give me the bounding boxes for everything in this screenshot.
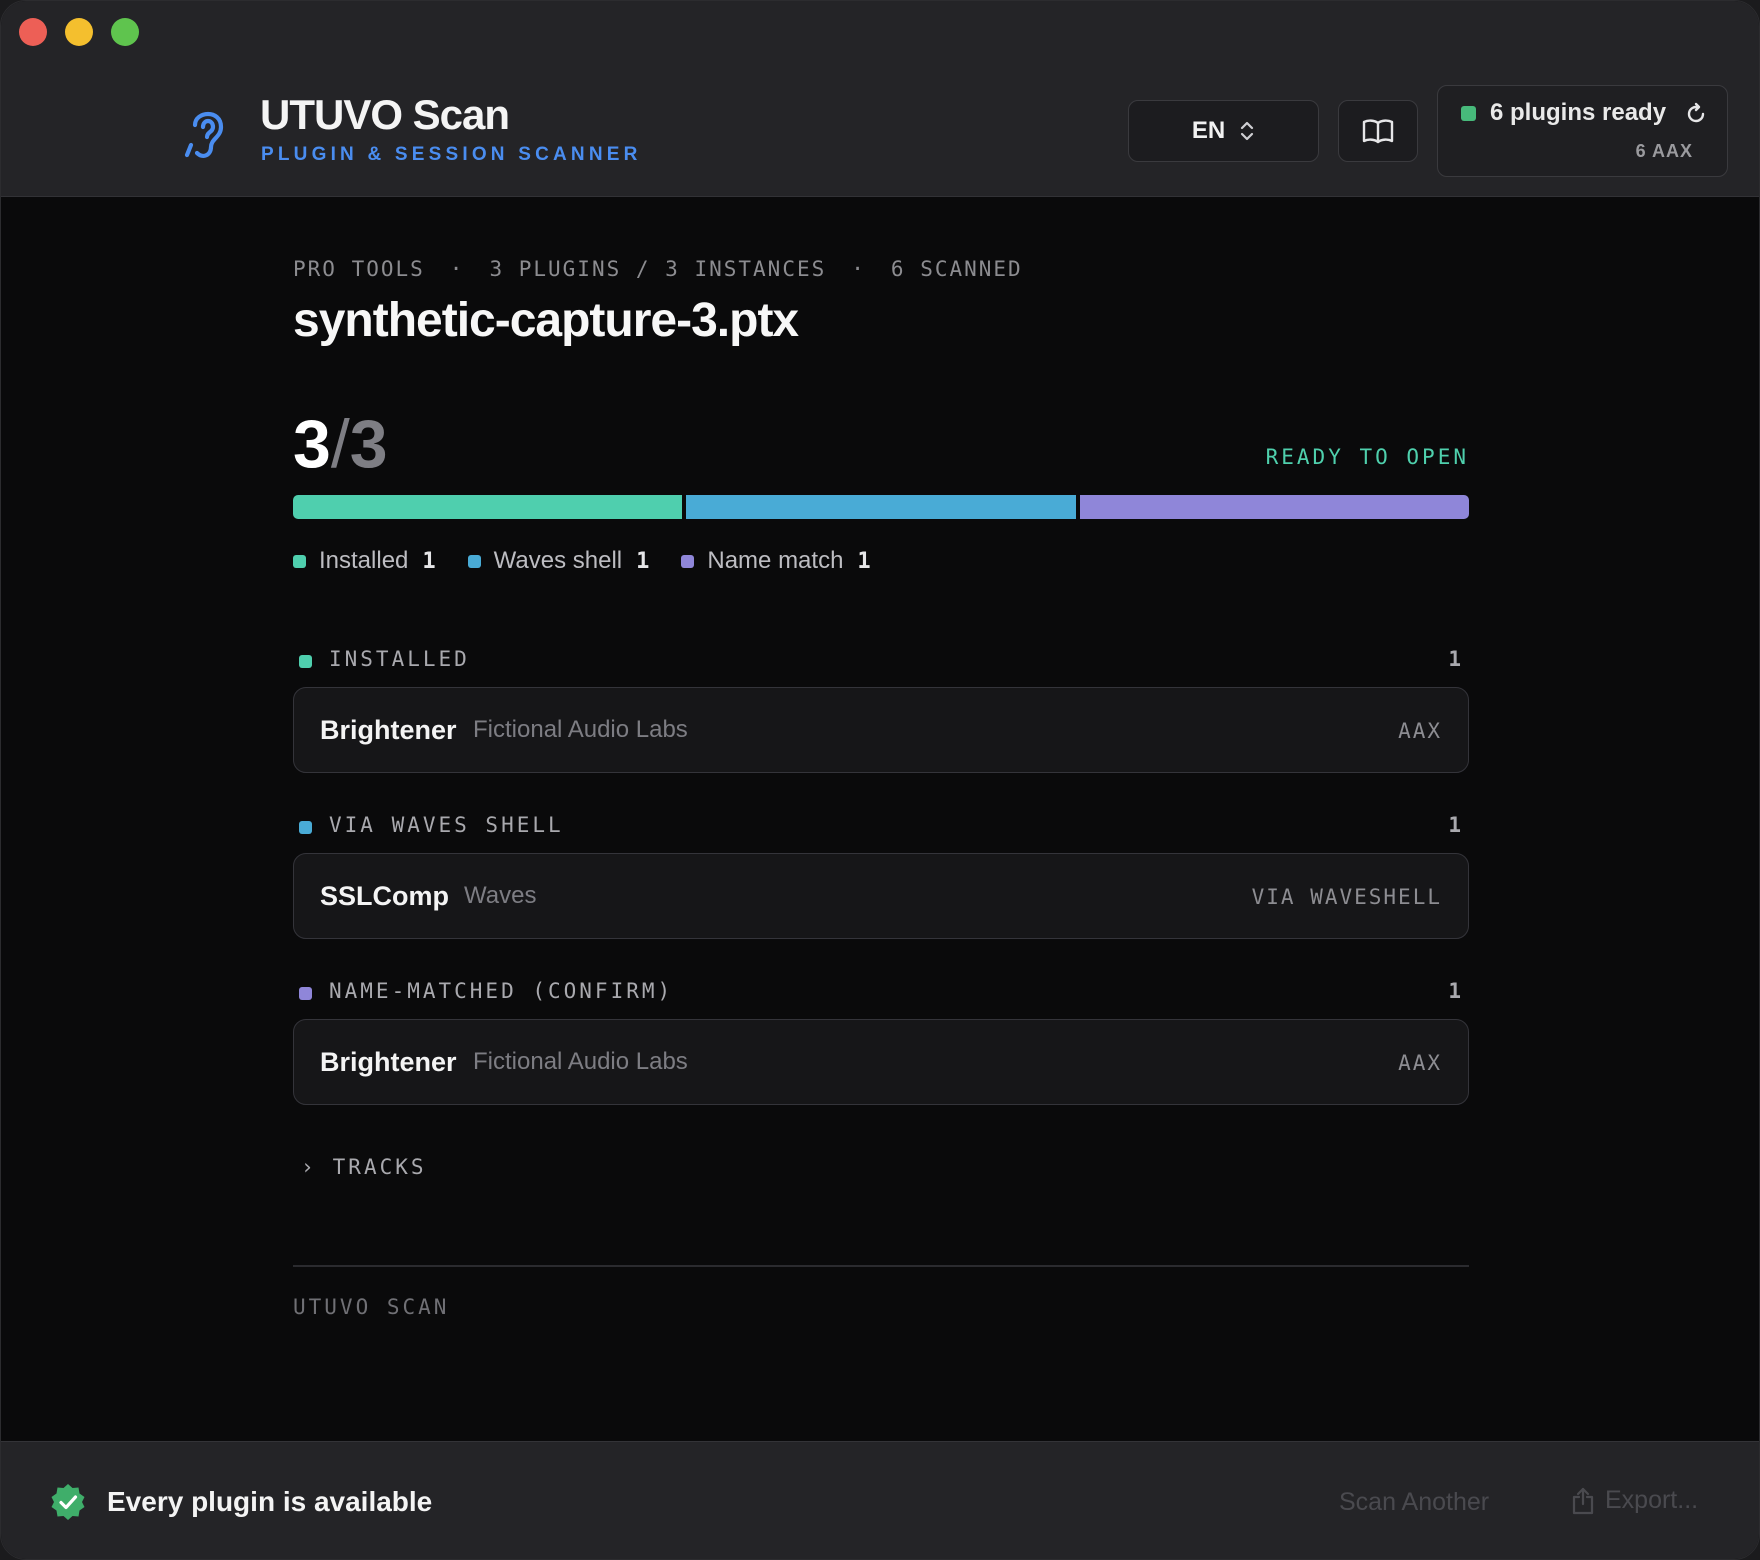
plugin-name: Brightener (320, 715, 457, 745)
chevron-right-icon: › (301, 1155, 317, 1179)
plugin-row[interactable]: Brightener Fictional Audio Labs AAX (293, 1019, 1469, 1105)
status-indicator (1461, 106, 1476, 121)
book-icon (1362, 119, 1394, 144)
plugin-format: AAX (1398, 719, 1442, 743)
plugin-name: Brightener (320, 1047, 457, 1077)
footer-brand: UTUVO SCAN (293, 1295, 450, 1319)
plugin-vendor: Fictional Audio Labs (473, 1048, 688, 1075)
plugin-vendor: Fictional Audio Labs (473, 716, 688, 743)
title-bar: UTUVO Scan PLUGIN & SESSION SCANNER EN 6… (1, 1, 1759, 197)
plugin-format: AAX (1398, 1051, 1442, 1075)
share-icon (1572, 1487, 1594, 1514)
status-format-count: 6 AAX (1635, 141, 1693, 161)
availability-score: 3/3 (293, 406, 388, 482)
check-badge-icon (51, 1484, 85, 1520)
legend-installed: Installed 1 (293, 547, 436, 575)
bar-segment-name-match (1079, 495, 1469, 519)
minimize-window-button[interactable] (65, 18, 93, 46)
plugin-status-card[interactable]: 6 plugins ready 6 AAX (1437, 85, 1728, 177)
bar-segment-waves-shell (686, 495, 1076, 519)
app-subtitle: PLUGIN & SESSION SCANNER (261, 144, 642, 165)
meta-scanned: 6 SCANNED (890, 257, 1023, 281)
bar-segment-installed (293, 495, 683, 519)
docs-button[interactable] (1338, 100, 1418, 162)
availability-bar (293, 495, 1469, 519)
plugin-vendor: Waves (464, 882, 537, 909)
tracks-disclosure[interactable]: › TRACKS (301, 1155, 427, 1179)
plugin-name: SSLComp (320, 881, 450, 911)
chevron-updown-icon (1241, 121, 1254, 141)
group-header-name-matched: NAME-MATCHED (CONFIRM) 1 (293, 979, 1469, 1009)
divider (293, 1265, 1469, 1267)
group-header-installed: INSTALLED 1 (293, 647, 1469, 677)
refresh-icon[interactable] (1684, 102, 1708, 126)
plugin-format: VIA WAVESHELL (1251, 885, 1442, 909)
window-controls (19, 18, 139, 46)
session-state: READY TO OPEN (1265, 445, 1469, 469)
bottom-action-bar: Every plugin is available Scan Another E… (1, 1441, 1759, 1559)
session-filename: synthetic-capture-3.ptx (293, 294, 799, 347)
group-header-waves-shell: VIA WAVES SHELL 1 (293, 813, 1469, 843)
result-message: Every plugin is available (107, 1486, 433, 1517)
meta-daw: PRO TOOLS (293, 257, 425, 281)
legend-waves-shell: Waves shell 1 (467, 547, 649, 575)
plugin-row[interactable]: SSLComp Waves VIA WAVESHELL (293, 853, 1469, 939)
export-label: Export... (1605, 1486, 1699, 1514)
status-label: 6 plugins ready (1490, 99, 1667, 126)
app-window: UTUVO Scan PLUGIN & SESSION SCANNER EN 6… (0, 0, 1760, 1560)
language-value: EN (1191, 117, 1226, 144)
close-window-button[interactable] (19, 18, 47, 46)
ear-icon (184, 111, 224, 158)
legend-name-match: Name match 1 (681, 547, 871, 575)
breakdown-legend: Installed 1 Waves shell 1 Name match 1 (293, 547, 903, 575)
app-title: UTUVO Scan (260, 91, 510, 138)
plugin-row[interactable]: Brightener Fictional Audio Labs AAX (293, 687, 1469, 773)
language-select[interactable]: EN (1128, 100, 1319, 162)
export-button[interactable]: Export... (1571, 1486, 1698, 1515)
tracks-label: TRACKS (332, 1155, 427, 1179)
maximize-window-button[interactable] (111, 18, 139, 46)
session-meta: PRO TOOLS · 3 PLUGINS / 3 INSTANCES · 6 SCAN… (293, 257, 1023, 281)
meta-plugin-count: 3 PLUGINS / 3 INSTANCES (489, 257, 827, 281)
scan-another-button[interactable]: Scan Another (1339, 1488, 1489, 1517)
